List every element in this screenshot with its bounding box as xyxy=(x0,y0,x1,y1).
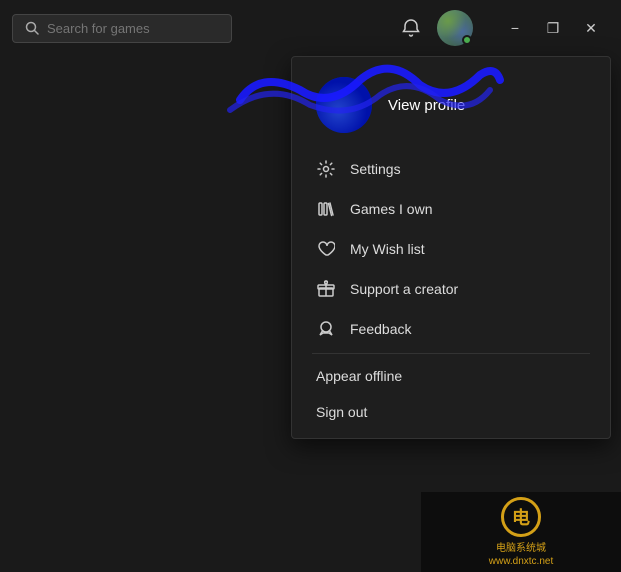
appear-offline-label: Appear offline xyxy=(316,368,402,384)
title-bar-right: − ❐ ✕ xyxy=(393,10,609,46)
feedback-menu-item[interactable]: Feedback xyxy=(292,309,610,349)
sign-out-label: Sign out xyxy=(316,404,367,420)
watermark-line1: 电脑系统城 xyxy=(496,539,546,554)
heart-icon xyxy=(316,239,336,259)
wishlist-label: My Wish list xyxy=(350,241,425,257)
games-own-label: Games I own xyxy=(350,201,432,217)
online-indicator xyxy=(462,35,472,45)
view-profile-link[interactable]: View profile xyxy=(388,97,465,114)
window-controls: − ❐ ✕ xyxy=(497,10,609,46)
support-label: Support a creator xyxy=(350,281,458,297)
title-bar: − ❐ ✕ xyxy=(0,0,621,56)
gift-icon xyxy=(316,279,336,299)
settings-icon xyxy=(316,159,336,179)
watermark-circle: 电 xyxy=(501,497,541,537)
search-input[interactable] xyxy=(47,21,207,36)
feedback-icon xyxy=(316,319,336,339)
wishlist-menu-item[interactable]: My Wish list xyxy=(292,229,610,269)
restore-button[interactable]: ❐ xyxy=(535,10,571,46)
menu-divider xyxy=(312,353,590,354)
search-box[interactable] xyxy=(12,14,232,43)
appear-offline-item[interactable]: Appear offline xyxy=(292,358,610,394)
close-button[interactable]: ✕ xyxy=(573,10,609,46)
profile-section: View profile xyxy=(292,57,610,149)
settings-menu-item[interactable]: Settings xyxy=(292,149,610,189)
support-menu-item[interactable]: Support a creator xyxy=(292,269,610,309)
settings-label: Settings xyxy=(350,161,401,177)
watermark-line2: www.dnxtc.net xyxy=(489,556,553,567)
minimize-button[interactable]: − xyxy=(497,10,533,46)
avatar-container[interactable] xyxy=(437,10,473,46)
watermark: 电 电脑系统城 www.dnxtc.net xyxy=(421,492,621,572)
dropdown-menu: View profile Settings Game xyxy=(291,56,611,439)
library-icon xyxy=(316,199,336,219)
profile-avatar xyxy=(316,77,372,133)
sign-out-item[interactable]: Sign out xyxy=(292,394,610,430)
search-icon xyxy=(25,21,39,35)
notification-bell[interactable] xyxy=(393,14,429,42)
feedback-label: Feedback xyxy=(350,321,411,337)
profile-avatar-shape xyxy=(316,77,372,133)
games-own-menu-item[interactable]: Games I own xyxy=(292,189,610,229)
